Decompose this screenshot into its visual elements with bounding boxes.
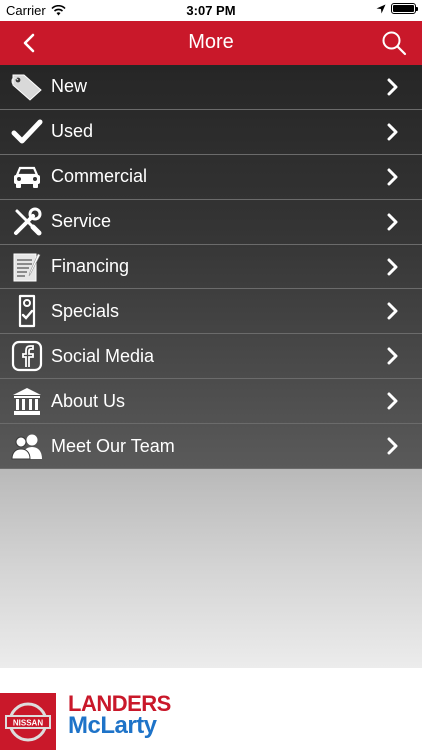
dealer-logo-line2: McLarty: [68, 712, 157, 739]
dealer-logo: LANDERS McLarty: [68, 693, 171, 738]
footer: NISSAN LANDERS McLarty: [0, 668, 422, 750]
menu-item-commercial[interactable]: Commercial: [0, 155, 422, 200]
menu-item-financing[interactable]: Financing: [0, 245, 422, 290]
facebook-icon: [8, 337, 46, 375]
people-icon: [8, 427, 46, 465]
menu-item-new[interactable]: New: [0, 65, 422, 110]
nissan-logo: NISSAN: [0, 693, 56, 750]
bank-building-icon: [8, 382, 46, 420]
page-title: More: [188, 31, 234, 53]
menu-item-label: Used: [51, 121, 94, 142]
menu-item-service[interactable]: Service: [0, 200, 422, 245]
menu-item-label: About Us: [51, 390, 126, 411]
chevron-right-icon: [387, 392, 398, 410]
menu-item-used[interactable]: Used: [0, 110, 422, 155]
menu-item-label: New: [51, 76, 88, 97]
tag-icon: [8, 68, 46, 106]
chevron-right-icon: [387, 437, 398, 455]
door-hanger-icon: [8, 292, 46, 330]
status-time: 3:07 PM: [186, 3, 236, 18]
menu-item-label: Service: [51, 211, 112, 232]
chevron-right-icon: [387, 347, 398, 365]
chevron-right-icon: [387, 78, 398, 96]
menu-item-about-us[interactable]: About Us: [0, 379, 422, 425]
chevron-right-icon: [387, 123, 398, 141]
chevron-right-icon: [387, 302, 398, 320]
car-icon: [8, 158, 46, 196]
menu-item-label: Financing: [51, 256, 130, 276]
menu-item-label: Specials: [51, 300, 120, 321]
document-pen-icon: [8, 248, 46, 286]
nav-bar: More: [0, 21, 422, 65]
menu-list: New Used Commercial Service Financing Sp…: [0, 65, 422, 470]
menu-item-label: Commercial: [51, 166, 148, 187]
chevron-right-icon: [387, 168, 398, 186]
search-icon[interactable]: [380, 29, 408, 57]
background-area: [0, 469, 422, 668]
status-right: [376, 3, 418, 14]
menu-item-label: Social Media: [51, 345, 155, 366]
chevron-right-icon: [387, 213, 398, 231]
wrench-screwdriver-icon: [8, 203, 46, 241]
location-arrow-icon: [376, 4, 386, 13]
battery-icon: [391, 3, 418, 14]
chevron-right-icon: [387, 258, 398, 276]
menu-item-social-media[interactable]: Social Media: [0, 334, 422, 380]
status-bar: Carrier 3:07 PM: [0, 0, 422, 21]
menu-item-label: Meet Our Team: [51, 435, 175, 456]
menu-item-meet-our-team[interactable]: Meet Our Team: [0, 424, 422, 470]
menu-item-specials[interactable]: Specials: [0, 289, 422, 335]
checkmark-icon: [8, 113, 46, 151]
nissan-logo-text: NISSAN: [13, 718, 43, 727]
